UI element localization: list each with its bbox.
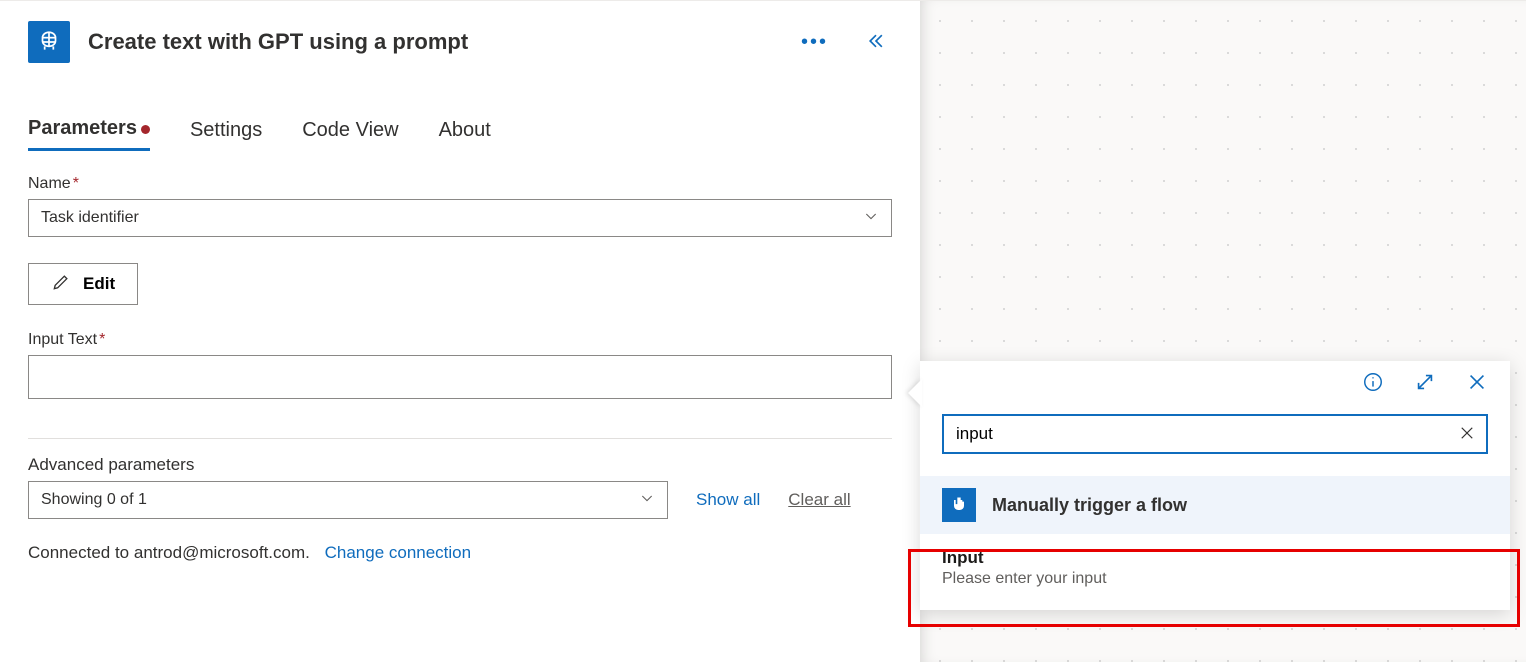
tab-settings[interactable]: Settings: [190, 117, 262, 151]
input-text-field[interactable]: [28, 355, 892, 399]
advanced-parameters-section: Advanced parameters Showing 0 of 1 Show …: [0, 439, 920, 519]
tab-parameters-label: Parameters: [28, 117, 137, 140]
show-all-link[interactable]: Show all: [696, 490, 760, 510]
name-select-value: Task identifier: [41, 209, 139, 227]
popup-search-field-wrap: [942, 414, 1488, 454]
info-icon[interactable]: [1362, 371, 1384, 396]
edit-button[interactable]: Edit: [28, 263, 138, 305]
input-text-label-text: Input Text: [28, 331, 97, 348]
trigger-section-title: Manually trigger a flow: [992, 495, 1187, 516]
name-field-label: Name*: [28, 175, 892, 193]
dynamic-content-popup: Manually trigger a flow Input Please ent…: [920, 361, 1510, 610]
tab-codeview[interactable]: Code View: [302, 117, 398, 151]
clear-search-icon[interactable]: [1458, 424, 1476, 445]
name-label-text: Name: [28, 175, 71, 192]
more-actions-button[interactable]: •••: [787, 31, 842, 54]
clear-all-link[interactable]: Clear all: [788, 490, 850, 510]
popup-search-input[interactable]: [954, 423, 1458, 445]
chevron-down-icon: [639, 490, 655, 511]
required-asterisk-icon: *: [99, 331, 105, 348]
advanced-parameters-label: Advanced parameters: [28, 455, 892, 475]
required-asterisk-icon: *: [73, 175, 79, 192]
advanced-select-value: Showing 0 of 1: [41, 491, 147, 509]
close-icon[interactable]: [1466, 371, 1488, 396]
edit-button-label: Edit: [83, 274, 115, 294]
connection-info: Connected to antrod@microsoft.com. Chang…: [0, 519, 920, 587]
action-title: Create text with GPT using a prompt: [88, 29, 787, 55]
collapse-panel-button[interactable]: [842, 31, 892, 54]
change-connection-link[interactable]: Change connection: [325, 543, 472, 562]
input-text-label: Input Text*: [28, 331, 892, 349]
panel-header: Create text with GPT using a prompt •••: [0, 1, 920, 77]
parameters-form: Name* Task identifier Edit Input Text*: [0, 151, 920, 402]
tab-parameters[interactable]: Parameters: [28, 117, 150, 151]
tab-bar: Parameters Settings Code View About: [0, 77, 920, 151]
trigger-section-header[interactable]: Manually trigger a flow: [920, 476, 1510, 534]
action-config-panel: Create text with GPT using a prompt ••• …: [0, 1, 920, 663]
dynamic-item-title: Input: [942, 548, 1488, 568]
popup-toolbar: [920, 361, 1510, 396]
manual-trigger-icon: [942, 488, 976, 522]
tab-about[interactable]: About: [439, 117, 491, 151]
dynamic-item-subtitle: Please enter your input: [942, 570, 1488, 588]
chevron-down-icon: [863, 208, 879, 229]
callout-notch-icon: [908, 379, 922, 407]
dynamic-content-item-input[interactable]: Input Please enter your input: [920, 534, 1510, 610]
ai-builder-icon: [28, 21, 70, 63]
advanced-parameters-select[interactable]: Showing 0 of 1: [28, 481, 668, 519]
connection-prefix: Connected to: [28, 543, 129, 562]
expand-icon[interactable]: [1414, 371, 1436, 396]
name-select[interactable]: Task identifier: [28, 199, 892, 237]
connection-account: antrod@microsoft.com.: [134, 543, 310, 562]
pencil-icon: [51, 272, 71, 297]
tab-error-dot-icon: [141, 125, 150, 134]
